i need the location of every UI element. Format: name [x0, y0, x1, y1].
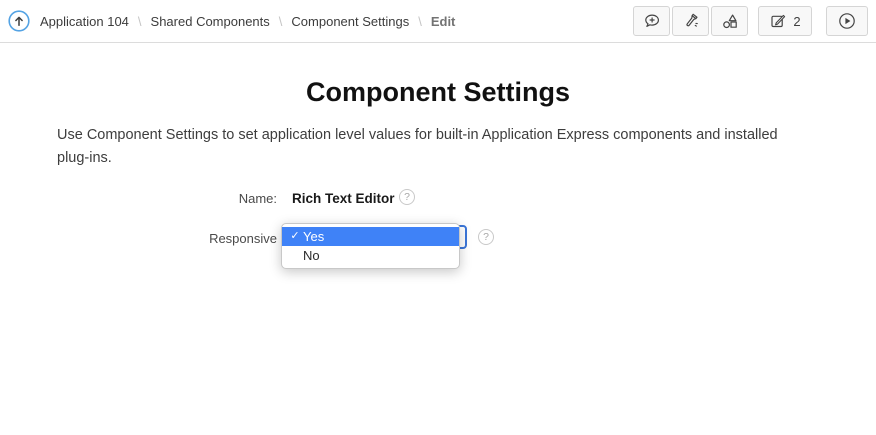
add-comment-button[interactable]	[633, 6, 670, 36]
breadcrumb-separator: \	[418, 13, 422, 29]
edit-page-button[interactable]: 2	[758, 6, 812, 36]
play-icon	[839, 13, 855, 29]
checkmark-icon: ✓	[290, 230, 300, 242]
dropdown-option-label: No	[303, 248, 320, 263]
responsive-dropdown-popup: ✓ Yes No	[281, 223, 460, 269]
responsive-help-icon[interactable]: ?	[478, 229, 494, 245]
dropdown-option-label: Yes	[303, 229, 325, 244]
page-title: Component Settings	[306, 77, 570, 107]
flashlight-icon	[685, 13, 698, 27]
name-value: Rich Text Editor	[292, 191, 395, 206]
header-toolbar: 2	[633, 6, 868, 36]
breadcrumb-current-edit: Edit	[430, 13, 456, 29]
breadcrumb-item-application[interactable]: Application 104	[40, 14, 129, 29]
run-app-button[interactable]	[826, 6, 868, 36]
comment-plus-icon	[644, 14, 659, 27]
header: Application 104 \ Shared Components \ Co…	[0, 0, 876, 43]
shared-components-button[interactable]	[711, 6, 748, 36]
breadcrumb-item-component-settings[interactable]: Component Settings	[291, 14, 409, 29]
screen: Application 104 \ Shared Components \ Co…	[0, 0, 876, 435]
dropdown-option-no[interactable]: No	[282, 246, 459, 265]
edit-pencil-icon	[771, 14, 786, 28]
shapes-icon	[722, 14, 737, 29]
search-flashlight-button[interactable]	[672, 6, 709, 36]
dropdown-option-yes[interactable]: ✓ Yes	[282, 227, 459, 246]
edit-page-number: 2	[793, 13, 801, 29]
responsive-label: Responsive	[209, 231, 277, 246]
up-arrow-button[interactable]	[8, 10, 30, 32]
main-content: Component Settings Use Component Setting…	[0, 77, 876, 170]
name-help-icon[interactable]: ?	[399, 189, 415, 205]
breadcrumb-separator: \	[137, 13, 142, 29]
up-arrow-icon	[8, 10, 30, 32]
breadcrumb-separator: \	[278, 13, 283, 29]
breadcrumb: Application 104 \ Shared Components \ Co…	[8, 10, 455, 32]
name-label: Name:	[238, 191, 277, 206]
page-description: Use Component Settings to set applicatio…	[57, 127, 778, 166]
breadcrumb-item-shared-components[interactable]: Shared Components	[151, 14, 270, 29]
